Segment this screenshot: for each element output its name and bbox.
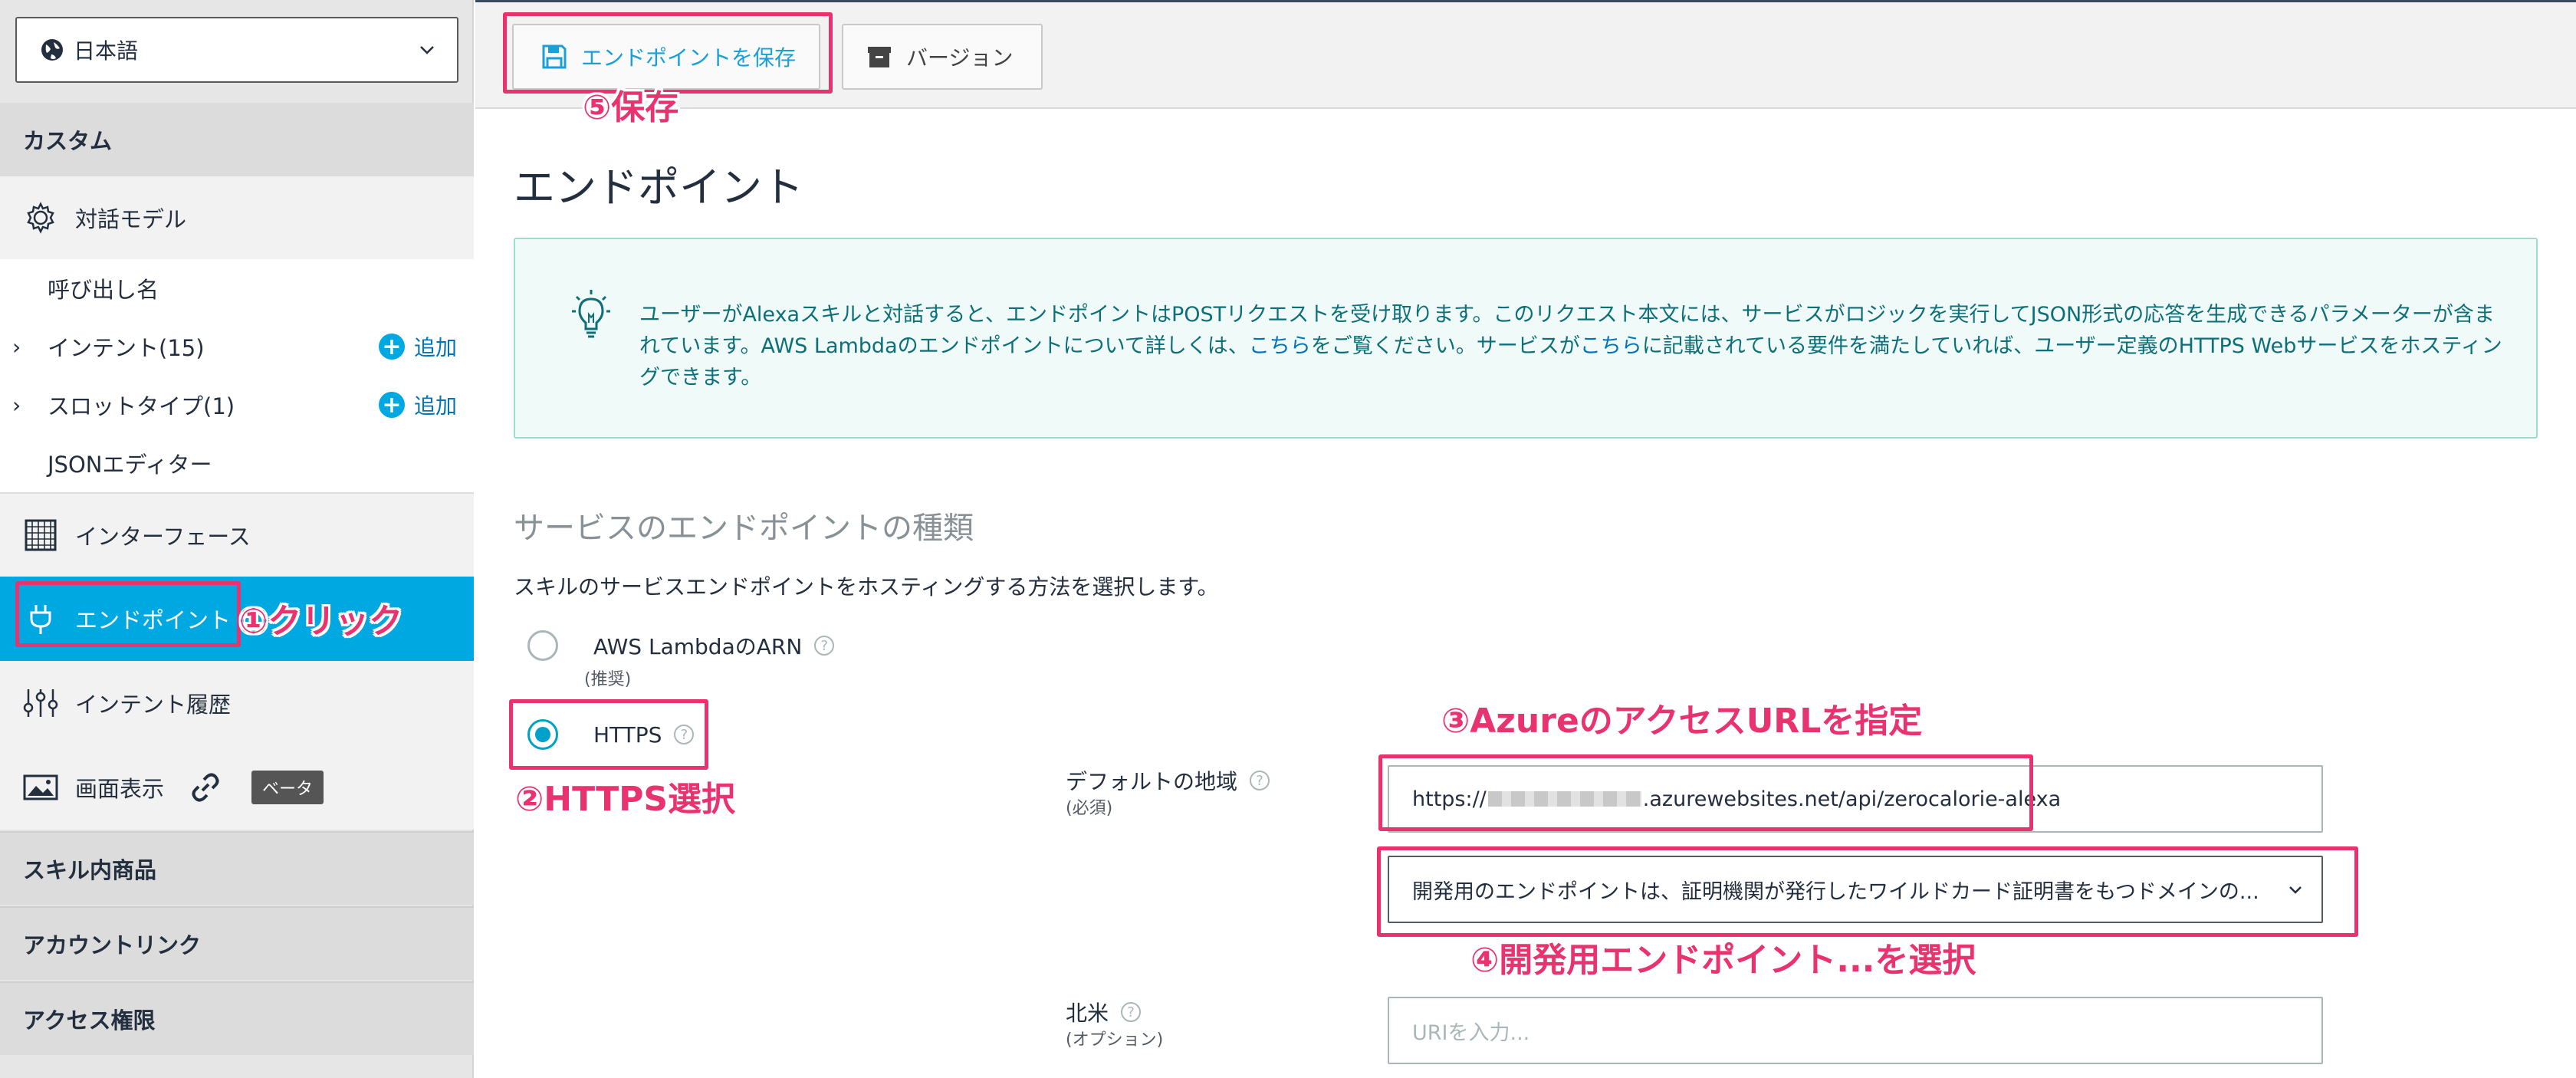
- sidebar-item-endpoint[interactable]: エンドポイント: [0, 577, 474, 661]
- language-label: 日本語: [74, 38, 139, 64]
- north-america-label: 北米 ?: [1066, 997, 1142, 1027]
- help-icon[interactable]: ?: [1250, 771, 1270, 790]
- section-custom[interactable]: カスタム: [0, 103, 474, 176]
- annotation-step2: ②HTTPS選択: [515, 780, 736, 819]
- archive-box-icon: [868, 47, 891, 67]
- radio-button-selected[interactable]: [527, 719, 558, 750]
- radio-aws-lambda[interactable]: AWS LambdaのARN ?: [527, 630, 835, 661]
- section-description: スキルのサービスエンドポイントをホスティングする方法を選択します。: [514, 574, 1219, 600]
- plus-icon: +: [378, 334, 405, 360]
- north-america-uri-input[interactable]: URIを入力...: [1388, 997, 2323, 1064]
- default-region-url-input[interactable]: https://.azurewebsites.net/api/zerocalor…: [1388, 765, 2323, 833]
- ssl-certificate-select[interactable]: 開発用のエンドポイントは、証明機関が発行したワイルドカード証明書をもつドメインの…: [1388, 856, 2323, 923]
- version-button[interactable]: バージョン: [842, 24, 1043, 90]
- chevron-right-icon: ›: [12, 334, 21, 360]
- section-permissions[interactable]: アクセス権限: [0, 981, 474, 1055]
- toolbar: エンドポイントを保存 バージョン: [475, 0, 2576, 109]
- annotation-step1: ①クリック: [239, 602, 403, 641]
- info-text: ユーザーがAlexaスキルと対話すると、エンドポイントはPOSTリクエストを受け…: [639, 303, 2502, 389]
- sidebar-item-interaction-model[interactable]: 対話モデル: [0, 176, 474, 259]
- add-slot-type-button[interactable]: + 追加: [378, 389, 457, 420]
- plug-icon: [21, 600, 60, 638]
- sliders-icon: [21, 684, 60, 722]
- page-title: エンドポイント: [514, 163, 803, 212]
- sidebar-item-intent-history[interactable]: インテント履歴: [0, 661, 474, 745]
- sidebar-item-interfaces[interactable]: インターフェース: [0, 492, 474, 577]
- sidebar-item-intents[interactable]: › インテント(15) + 追加: [0, 317, 474, 376]
- help-icon[interactable]: ?: [674, 725, 695, 744]
- lambda-docs-link[interactable]: こちら: [1249, 334, 1311, 358]
- annotation-step3: ③AzureのアクセスURLを指定: [1441, 702, 1923, 741]
- chevron-down-icon: [2289, 886, 2302, 894]
- globe-icon: [41, 39, 63, 61]
- chevron-down-icon: [420, 46, 434, 54]
- annotation-step5: ⑤保存: [583, 88, 679, 127]
- sidebar-item-display[interactable]: 画面表示 ベータ: [0, 745, 474, 830]
- chevron-right-icon: ›: [12, 392, 21, 418]
- grid-icon: [21, 516, 60, 554]
- section-account-linking[interactable]: アカウントリンク: [0, 906, 474, 980]
- lightbulb-icon: [572, 290, 610, 338]
- image-icon: [21, 768, 60, 807]
- sidebar: 日本語 カスタム 対話モデル 呼び出し名 › インテント(15) + 追加 › ス…: [0, 0, 474, 1078]
- info-box: ユーザーがAlexaスキルと対話すると、エンドポイントはPOSTリクエストを受け…: [514, 238, 2538, 439]
- sidebar-item-json-editor[interactable]: JSONエディター: [0, 434, 474, 492]
- language-select[interactable]: 日本語: [15, 17, 458, 83]
- help-icon[interactable]: ?: [1121, 1002, 1142, 1022]
- annotation-step4: ④開発用エンドポイント...を選択: [1470, 941, 1976, 980]
- radio-button[interactable]: [527, 630, 558, 661]
- north-america-optional: (オプション): [1066, 1030, 1164, 1050]
- add-intent-button[interactable]: + 追加: [378, 331, 457, 362]
- default-region-label: デフォルトの地域 ?: [1066, 765, 1270, 796]
- link-icon[interactable]: [189, 771, 222, 804]
- section-in-skill-products[interactable]: スキル内商品: [0, 831, 474, 905]
- help-icon[interactable]: ?: [814, 636, 835, 656]
- radio-https[interactable]: HTTPS ?: [527, 719, 695, 750]
- lambda-recommended-label: (推奨): [584, 670, 632, 689]
- https-requirements-link[interactable]: こちら: [1580, 334, 1642, 358]
- gear-icon: [21, 199, 60, 237]
- beta-badge: ベータ: [251, 771, 324, 804]
- sidebar-item-invocation-name[interactable]: 呼び出し名: [0, 259, 474, 317]
- blurred-hostname: [1487, 791, 1641, 807]
- sidebar-item-slot-types[interactable]: › スロットタイプ(1) + 追加: [0, 376, 474, 434]
- default-region-required: (必須): [1066, 799, 1113, 818]
- floppy-disk-icon: [542, 44, 567, 69]
- section-title: サービスのエンドポイントの種類: [514, 511, 974, 546]
- plus-icon: +: [378, 392, 405, 419]
